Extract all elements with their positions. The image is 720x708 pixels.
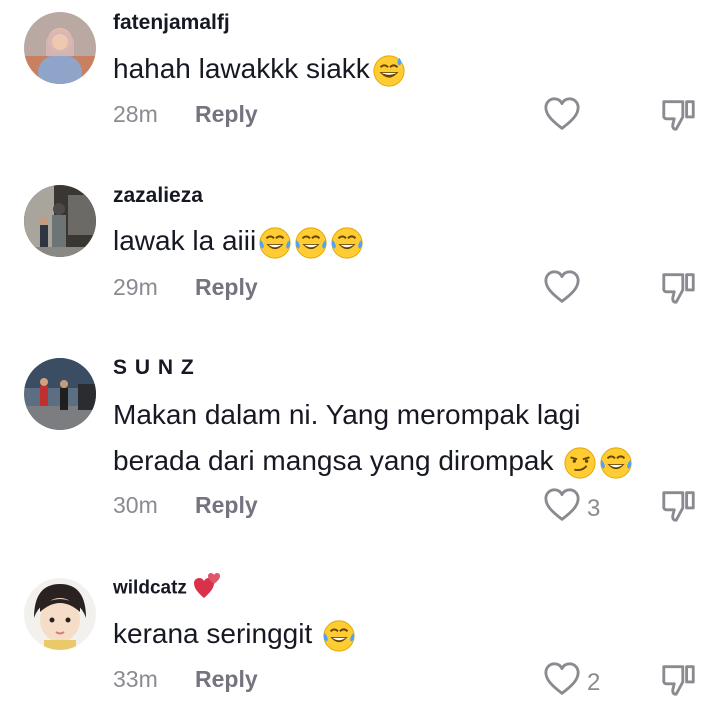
comment-meta: 33m Reply xyxy=(113,666,258,693)
smirking-emoji xyxy=(563,446,597,480)
tears-of-joy-emoji xyxy=(330,226,364,260)
tears-of-joy-emoji xyxy=(599,446,633,480)
like-count: 2 xyxy=(587,668,601,696)
dislike-button[interactable] xyxy=(660,487,698,530)
comment-text-line-2: berada dari mangsa yang dirompak xyxy=(113,438,633,484)
comment-text: Makan dalam ni. Yang merompak lagi berad… xyxy=(113,392,633,484)
comment-text: hahah lawakkk siakk xyxy=(113,46,406,92)
tears-of-joy-emoji xyxy=(258,226,292,260)
avatar[interactable] xyxy=(24,185,96,257)
comment-text-line: Makan dalam ni. Yang merompak lagi xyxy=(113,399,581,430)
reply-button[interactable]: Reply xyxy=(195,492,258,518)
tears-of-joy-emoji xyxy=(294,226,328,260)
dislike-button[interactable] xyxy=(660,96,698,139)
like-button[interactable] xyxy=(543,269,587,312)
heart-icon xyxy=(543,96,581,139)
comment-meta: 29m Reply xyxy=(113,274,258,301)
comment-meta: 30m Reply xyxy=(113,492,258,519)
reply-button[interactable]: Reply xyxy=(195,101,258,127)
comment-text: lawak la aiii xyxy=(113,218,364,264)
comment-text-content: berada dari mangsa yang dirompak xyxy=(113,445,562,476)
avatar[interactable] xyxy=(24,12,96,84)
comment-username-text: wildcatz xyxy=(113,577,187,599)
two-hearts-icon xyxy=(193,570,223,606)
reply-button[interactable]: Reply xyxy=(195,274,258,300)
dislike-button[interactable] xyxy=(660,269,698,312)
comment-username[interactable]: wildcatz xyxy=(113,570,223,606)
reply-button[interactable]: Reply xyxy=(195,666,258,692)
comment-meta: 28m Reply xyxy=(113,101,258,128)
thumb-down-icon xyxy=(660,686,698,703)
comment-text-content: lawak la aiii xyxy=(113,225,257,256)
like-button[interactable]: 2 xyxy=(543,661,600,704)
like-button[interactable]: 3 xyxy=(543,487,600,530)
heart-icon xyxy=(543,487,581,530)
dislike-button[interactable] xyxy=(660,661,698,704)
heart-icon xyxy=(543,269,581,312)
comment-username[interactable]: fatenjamalfj xyxy=(113,11,230,35)
like-button[interactable] xyxy=(543,96,587,139)
comment-username[interactable]: S U N Z xyxy=(113,356,195,380)
like-count: 3 xyxy=(587,494,601,522)
comment-text-content: kerana seringgit xyxy=(113,618,321,649)
avatar[interactable] xyxy=(24,578,96,650)
comment-username[interactable]: zazalieza xyxy=(113,184,203,208)
grinning-sweat-emoji xyxy=(372,54,406,88)
comment-text-content: hahah lawakkk siakk xyxy=(113,53,370,84)
heart-icon xyxy=(543,661,581,704)
avatar[interactable] xyxy=(24,358,96,430)
comment-time: 30m xyxy=(113,492,158,518)
thumb-down-icon xyxy=(660,512,698,529)
comment-time: 33m xyxy=(113,666,158,692)
comment-text: kerana seringgit xyxy=(113,611,356,657)
tears-of-joy-emoji xyxy=(322,619,356,653)
comment-time: 28m xyxy=(113,101,158,127)
thumb-down-icon xyxy=(660,294,698,311)
thumb-down-icon xyxy=(660,121,698,138)
comment-time: 29m xyxy=(113,274,158,300)
